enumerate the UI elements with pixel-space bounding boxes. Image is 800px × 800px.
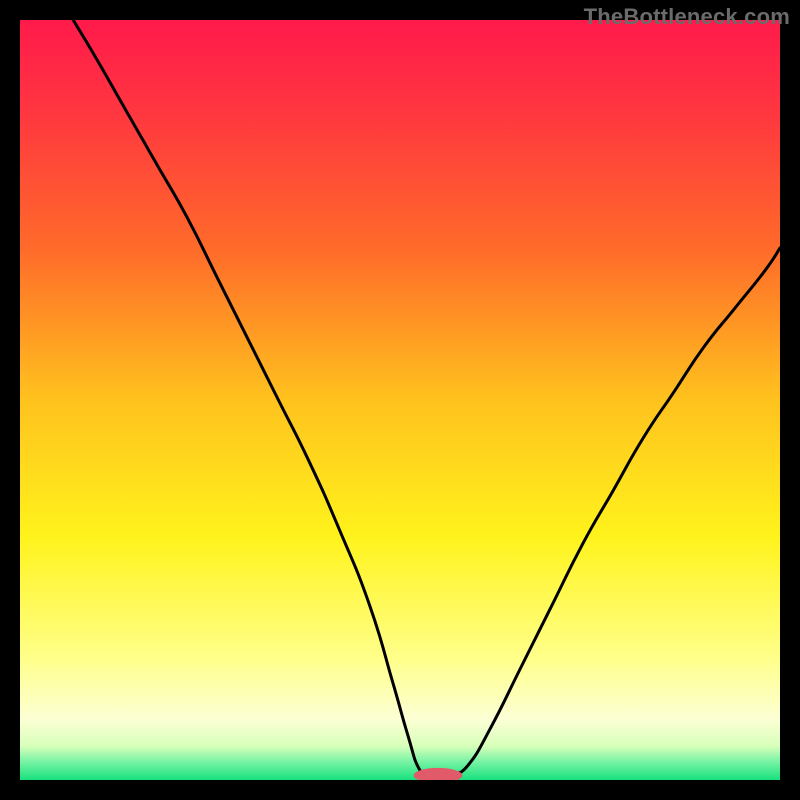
bottleneck-chart bbox=[20, 20, 780, 780]
watermark-text: TheBottleneck.com bbox=[584, 4, 790, 30]
gradient-background bbox=[20, 20, 780, 780]
chart-frame: { "watermark": "TheBottleneck.com", "cha… bbox=[0, 0, 800, 800]
